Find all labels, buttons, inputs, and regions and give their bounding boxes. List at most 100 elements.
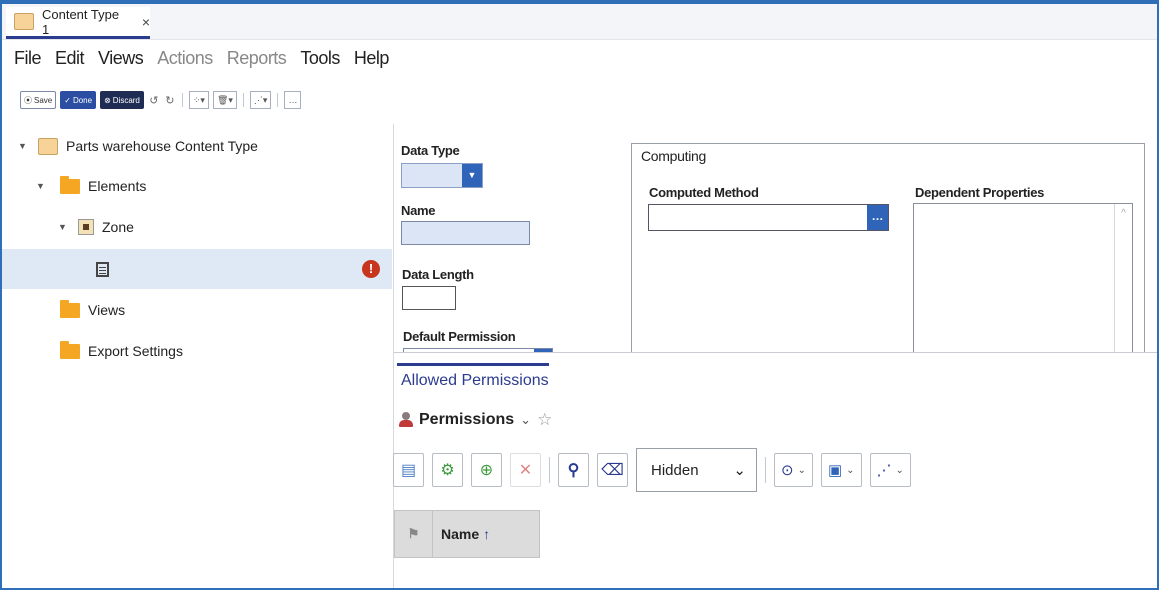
undo-icon[interactable]: ↺ xyxy=(148,94,160,107)
error-icon: ! xyxy=(362,260,380,278)
computed-method-label: Computed Method xyxy=(649,185,759,200)
menu-tools[interactable]: Tools xyxy=(300,48,340,74)
chevron-down-icon[interactable]: ▼ xyxy=(36,181,48,191)
sort-ascending-icon: ↑ xyxy=(483,526,491,542)
data-type-select[interactable]: ▼ xyxy=(401,163,483,188)
content-type-icon xyxy=(38,137,58,155)
chevron-down-icon[interactable]: ▼ xyxy=(58,222,70,232)
chevron-down-icon: ⌄ xyxy=(733,462,746,479)
menu-file[interactable]: File xyxy=(14,48,42,74)
content-type-icon xyxy=(14,13,34,30)
folder-icon xyxy=(60,340,80,359)
tree-item-export-settings[interactable]: Export Settings xyxy=(2,331,392,371)
dependent-properties-label: Dependent Properties xyxy=(915,185,1045,200)
permissions-header: Permissions ⌄ ☆ xyxy=(399,410,552,430)
flag-icon: ⚑ xyxy=(395,511,433,557)
toolbar-separator xyxy=(277,93,279,107)
target-dropdown[interactable]: ⊙ ⌄ xyxy=(774,453,813,487)
name-input[interactable] xyxy=(401,221,530,245)
redo-icon[interactable]: ↻ xyxy=(164,94,176,107)
data-length-input[interactable] xyxy=(402,286,456,310)
toolbar-separator xyxy=(181,93,183,107)
search-icon: ⚲ xyxy=(567,462,580,479)
tree-item-label: Zone xyxy=(102,219,134,235)
grid-header: ⚑ Name ↑ xyxy=(394,510,540,558)
name-label: Name xyxy=(401,203,436,218)
zone-icon xyxy=(78,219,94,235)
tab-title: Content Type 1 xyxy=(41,6,120,37)
add-row-icon: ⊕ xyxy=(479,462,494,479)
menu-reports[interactable]: Reports xyxy=(227,48,287,74)
share-dropdown[interactable]: ⋰▾ xyxy=(249,91,272,109)
tree-item-label: Export Settings xyxy=(88,343,183,359)
scrollbar[interactable]: ^ xyxy=(1114,204,1132,352)
default-permission-label: Default Permission xyxy=(403,329,516,344)
folder-icon xyxy=(60,299,80,318)
save-label: Save xyxy=(34,95,53,105)
data-type-label: Data Type xyxy=(401,143,460,158)
add-settings-button[interactable]: ⚙ xyxy=(432,453,463,487)
menu-bar: File Edit Views Actions Reports Tools He… xyxy=(2,48,389,74)
tree-item-label: Elements xyxy=(88,178,147,194)
tab-allowed-permissions[interactable]: Allowed Permissions xyxy=(401,372,549,390)
save-button[interactable]: ⦿ Save xyxy=(20,91,57,109)
tree-item-property[interactable]: ! xyxy=(2,249,392,289)
delete-dropdown[interactable]: 🗑▾ xyxy=(212,91,237,109)
close-icon[interactable]: × xyxy=(142,14,150,30)
more-button[interactable]: … xyxy=(284,91,302,109)
new-item-button[interactable]: ▤ xyxy=(393,453,424,487)
tree-item-views[interactable]: Views xyxy=(2,290,392,330)
toolbar: ⦿ Save ✓ Done ⊗ Discard ↺ ↻ ⁘▾ 🗑▾ ⋰▾ … xyxy=(20,89,302,111)
toolbar-separator xyxy=(765,457,766,483)
chevron-down-icon: ⌄ xyxy=(797,464,806,476)
toolbar-separator xyxy=(242,93,244,107)
share-dropdown[interactable]: ⋰ ⌄ xyxy=(869,453,911,487)
menu-help[interactable]: Help xyxy=(354,48,390,74)
chevron-down-icon[interactable]: ⌄ xyxy=(520,412,531,428)
tree-item-zone[interactable]: ▼ Zone xyxy=(2,207,392,247)
menu-views[interactable]: Views xyxy=(98,48,144,74)
display-dropdown[interactable]: ▣ ⌄ xyxy=(820,453,862,487)
computing-title: Computing xyxy=(641,148,707,164)
chevron-down-icon[interactable]: ▼ xyxy=(18,141,30,151)
chevron-down-icon: ⌄ xyxy=(895,464,904,476)
data-length-label: Data Length xyxy=(402,267,474,282)
computed-method-input[interactable]: … xyxy=(648,204,889,231)
tree-item-label: Parts warehouse Content Type xyxy=(66,138,258,154)
clear-search-button[interactable]: ⌫ xyxy=(597,453,628,487)
structure-dropdown[interactable]: ⁘▾ xyxy=(188,91,209,109)
search-button[interactable]: ⚲ xyxy=(558,453,589,487)
check-icon: ✓ xyxy=(64,95,71,105)
add-row-button[interactable]: ⊕ xyxy=(471,453,502,487)
menu-actions[interactable]: Actions xyxy=(157,48,213,74)
tree-panel: ▼ Parts warehouse Content Type ▼ Element… xyxy=(2,124,394,588)
grid-toolbar: ▤ ⚙ ⊕ ✕ ⚲ ⌫ Hidden ⌄ ⊙ ⌄ ▣ ⌄ ⋰ ⌄ xyxy=(393,448,911,492)
remove-row-button[interactable]: ✕ xyxy=(510,453,541,487)
tree-item-elements[interactable]: ▼ Elements xyxy=(2,166,392,206)
clear-icon: ⌫ xyxy=(601,462,624,479)
tab-content-type[interactable]: Content Type 1 × xyxy=(6,7,150,39)
view-select-value: Hidden xyxy=(651,461,699,479)
gear-add-icon: ⚙ xyxy=(440,462,455,479)
discard-button[interactable]: ⊗ Discard xyxy=(100,91,144,109)
tab-indicator xyxy=(397,363,549,366)
monitor-icon: ▣ xyxy=(827,462,843,479)
done-button[interactable]: ✓ Done xyxy=(60,91,97,109)
remove-icon: ✕ xyxy=(518,462,533,479)
done-label: Done xyxy=(72,95,93,105)
discard-icon: ⊗ xyxy=(104,95,111,105)
dependent-properties-list[interactable]: ^ xyxy=(913,203,1133,353)
chevron-down-icon: ▼ xyxy=(462,164,482,187)
discard-label: Discard xyxy=(112,95,140,105)
view-select[interactable]: Hidden ⌄ xyxy=(636,448,757,492)
folder-icon xyxy=(60,175,80,194)
menu-edit[interactable]: Edit xyxy=(55,48,85,74)
tree-item-root[interactable]: ▼ Parts warehouse Content Type xyxy=(2,126,392,166)
permissions-title: Permissions xyxy=(419,411,515,428)
share-icon: ⋰ xyxy=(876,462,892,479)
toolbar-separator xyxy=(549,457,550,483)
column-header-name[interactable]: Name ↑ xyxy=(433,526,490,542)
star-icon[interactable]: ☆ xyxy=(537,410,552,430)
new-item-icon: ▤ xyxy=(400,462,417,479)
ellipsis-button[interactable]: … xyxy=(867,205,888,230)
